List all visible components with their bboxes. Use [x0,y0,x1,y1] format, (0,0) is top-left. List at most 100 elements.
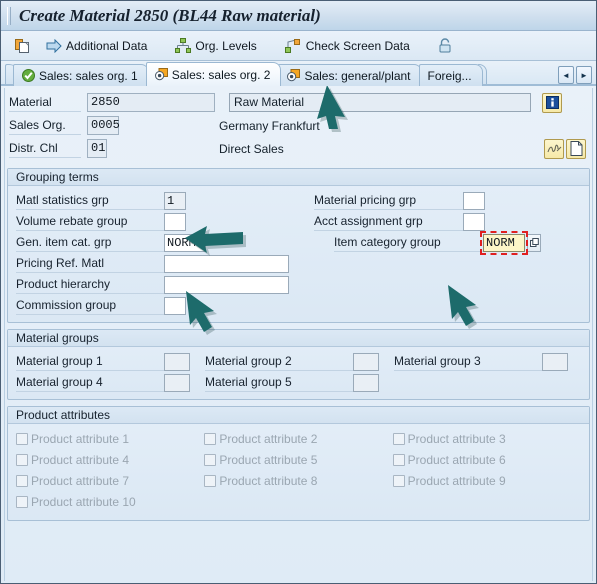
matl-statistics-grp-label: Matl statistics grp [16,191,164,210]
distr-chl-description: Direct Sales [219,141,284,156]
checkbox-product-attribute-8[interactable]: Product attribute 8 [204,470,392,491]
checkbox-box-icon [392,432,405,445]
acct-assignment-grp-input[interactable] [463,212,485,231]
checkbox-box-icon [392,453,405,466]
signature-icon [546,144,561,153]
acct-assignment-grp-label: Acct assignment grp [314,212,463,231]
product-hierarchy-input[interactable] [164,275,289,294]
commission-group-input[interactable] [164,296,186,315]
checkbox-box-icon [16,495,28,508]
gen-item-cat-grp-input[interactable]: NORM [164,233,206,252]
signature-button[interactable] [544,138,564,159]
material-group-4-input[interactable] [164,373,190,392]
toolbar-copy-button[interactable] [9,34,36,58]
checkbox-product-attribute-2[interactable]: Product attribute 2 [204,428,392,449]
header-row-sales-org: Sales Org. 0005 Germany Frankfurt [9,115,586,136]
material-field[interactable]: 2850 [87,93,215,112]
checkbox-label: Product attribute 6 [407,452,506,467]
checkbox-box-icon [392,474,405,487]
sales-org-description: Germany Frankfurt [219,118,320,133]
material-pricing-grp-label: Material pricing grp [314,191,463,210]
tab-sales-sales-org-2[interactable]: Sales: sales org. 2 [145,62,282,86]
distr-chl-field[interactable]: 01 [87,139,107,158]
org-hierarchy-icon [175,38,192,53]
material-group-3-label: Material group 3 [394,352,542,371]
tab-label: Sales: general/plant [304,68,411,83]
tab-sales-general-plant[interactable]: Sales: general/plant [278,64,422,86]
checkbox-label: Product attribute 9 [407,473,506,488]
blank-page-icon [570,141,582,156]
checkbox-box-icon [16,474,28,487]
row-item-category: Gen. item cat. grp NORM Item category gr… [16,230,581,255]
toolbar-org-levels-button[interactable]: Org. Levels [169,34,262,58]
material-group-5-input[interactable] [353,373,379,392]
pricing-ref-matl-input[interactable] [164,254,289,273]
material-group-2-input[interactable] [353,352,379,371]
checkbox-product-attribute-9[interactable]: Product attribute 9 [392,470,581,491]
matchcode-icon [529,238,539,247]
grouping-terms-group: Grouping terms Matl statistics grp 1 Mat… [7,168,590,323]
copy-document-icon [15,38,30,54]
material-groups-body: Material group 1 Material group 2 Materi… [8,347,589,399]
tab-sales-sales-org-1[interactable]: Sales: sales org. 1 [13,64,149,86]
checkbox-box-icon [204,474,217,487]
checkbox-label: Product attribute 5 [219,452,318,467]
volume-rebate-group-input[interactable] [164,212,186,231]
tab-label: Sales: sales org. 2 [171,67,271,82]
checkbox-product-attribute-4[interactable]: Product attribute 4 [16,449,204,470]
matl-statistics-grp-input[interactable]: 1 [164,191,186,210]
product-attributes-columns: Product attribute 1 Product attribute 4 … [16,428,581,512]
checkbox-label: Product attribute 3 [407,431,506,446]
material-description-field[interactable]: Raw Material [229,93,531,112]
checkbox-product-attribute-3[interactable]: Product attribute 3 [392,428,581,449]
item-category-group-matchcode-button[interactable] [527,233,541,252]
item-category-group-label: Item category group [334,233,483,252]
tab-scroll-left-button[interactable]: ◄ [558,66,574,84]
new-page-button[interactable] [566,138,586,159]
checkbox-product-attribute-5[interactable]: Product attribute 5 [204,449,392,470]
item-category-group-input[interactable]: NORM [480,230,528,255]
title-grip [7,6,11,25]
checkbox-product-attribute-1[interactable]: Product attribute 1 [16,428,204,449]
toolbar-org-levels-label: Org. Levels [195,38,257,53]
material-group-1-input[interactable] [164,352,190,371]
tab-label: Sales: sales org. 1 [39,68,138,83]
material-group-2-label: Material group 2 [205,352,353,371]
checkbox-box-icon [204,432,217,445]
checkbox-label: Product attribute 2 [219,431,318,446]
toolbar-lock-button[interactable] [432,34,458,58]
page-title: Create Material 2850 (BL44 Raw material) [19,5,321,25]
sales-org-field[interactable]: 0005 [87,116,120,135]
material-group-5-label: Material group 5 [205,373,353,392]
row-commission-group: Commission group [16,295,581,316]
arrow-right-icon [46,38,62,53]
toolbar-check-screen-data-label: Check Screen Data [305,38,410,53]
volume-rebate-group-label: Volume rebate group [16,212,164,231]
toolbar-additional-data-button[interactable]: Additional Data [40,34,153,58]
tab-scroll-right-button[interactable]: ► [576,66,592,84]
checkbox-product-attribute-7[interactable]: Product attribute 7 [16,470,204,491]
checkbox-label: Product attribute 7 [31,473,130,488]
gen-item-cat-grp-label: Gen. item cat. grp [16,233,164,252]
checkbox-product-attribute-10[interactable]: Product attribute 10 [16,491,204,512]
checkbox-label: Product attribute 10 [31,494,136,509]
toolbar-check-screen-data-button[interactable]: Check Screen Data [279,34,416,58]
row-statistics: Matl statistics grp 1 Material pricing g… [16,190,581,211]
sap-window: Create Material 2850 (BL44 Raw material)… [0,0,597,584]
material-groups-group: Material groups Material group 1 Materia… [7,329,590,400]
material-group-3-input[interactable] [542,352,568,371]
row-material-group-4-5: Material group 4 Material group 5 [16,372,581,393]
row-product-hierarchy: Product hierarchy [16,274,581,295]
content-area: Material 2850 Raw Material Sales Org. 00… [1,86,596,583]
tab-foreign-trade[interactable]: Foreig... [418,64,483,86]
material-group-4-label: Material group 4 [16,373,164,392]
checkbox-product-attribute-6[interactable]: Product attribute 6 [392,449,581,470]
checkbox-box-icon [16,453,28,466]
material-pricing-grp-input[interactable] [463,191,485,210]
material-header-block: Material 2850 Raw Material Sales Org. 00… [1,86,596,165]
tab-strip: Sales: sales org. 1 Sales: sales org. 2 [1,61,596,86]
commission-group-label: Commission group [16,296,164,315]
info-button[interactable] [542,92,562,113]
product-attributes-title: Product attributes [8,407,589,424]
distr-chl-label: Distr. Chl [9,139,81,158]
